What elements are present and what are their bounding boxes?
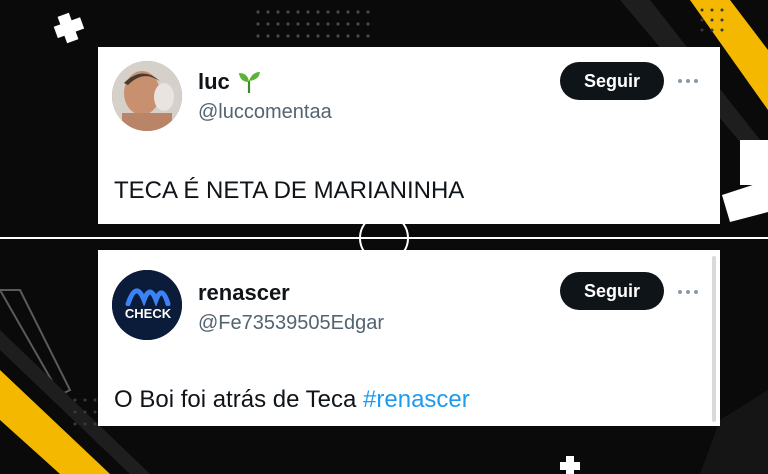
scrollbar[interactable] — [712, 256, 716, 422]
tweet-text: O Boi foi atrás de Teca #renascer — [114, 386, 470, 414]
hashtag-link[interactable]: #renascer — [363, 386, 470, 413]
user-handle[interactable]: @luccomentaa — [198, 101, 332, 124]
tweet-card[interactable]: luc @luccomentaa Seguir TECA É NETA DE M… — [98, 47, 720, 224]
avatar[interactable] — [112, 61, 182, 131]
display-name[interactable]: renascer — [198, 280, 290, 306]
avatar[interactable]: CHECK — [112, 270, 182, 340]
tweet-body: O Boi foi atrás de Teca — [114, 386, 357, 413]
display-name[interactable]: luc — [198, 69, 230, 95]
avatar-text: CHECK — [125, 306, 172, 321]
user-handle[interactable]: @Fe73539505Edgar — [198, 312, 384, 335]
profile-photo-icon — [112, 61, 182, 131]
tweet-card[interactable]: CHECK renascer @Fe73539505Edgar Seguir O… — [98, 250, 720, 426]
more-options-icon[interactable] — [678, 287, 702, 297]
tweet-text: TECA É NETA DE MARIANINHA — [114, 177, 465, 204]
sprout-icon — [238, 72, 260, 93]
follow-button[interactable]: Seguir — [560, 62, 664, 100]
follow-button[interactable]: Seguir — [560, 272, 664, 310]
more-options-icon[interactable] — [678, 76, 702, 86]
check-logo-icon: CHECK — [112, 270, 182, 340]
